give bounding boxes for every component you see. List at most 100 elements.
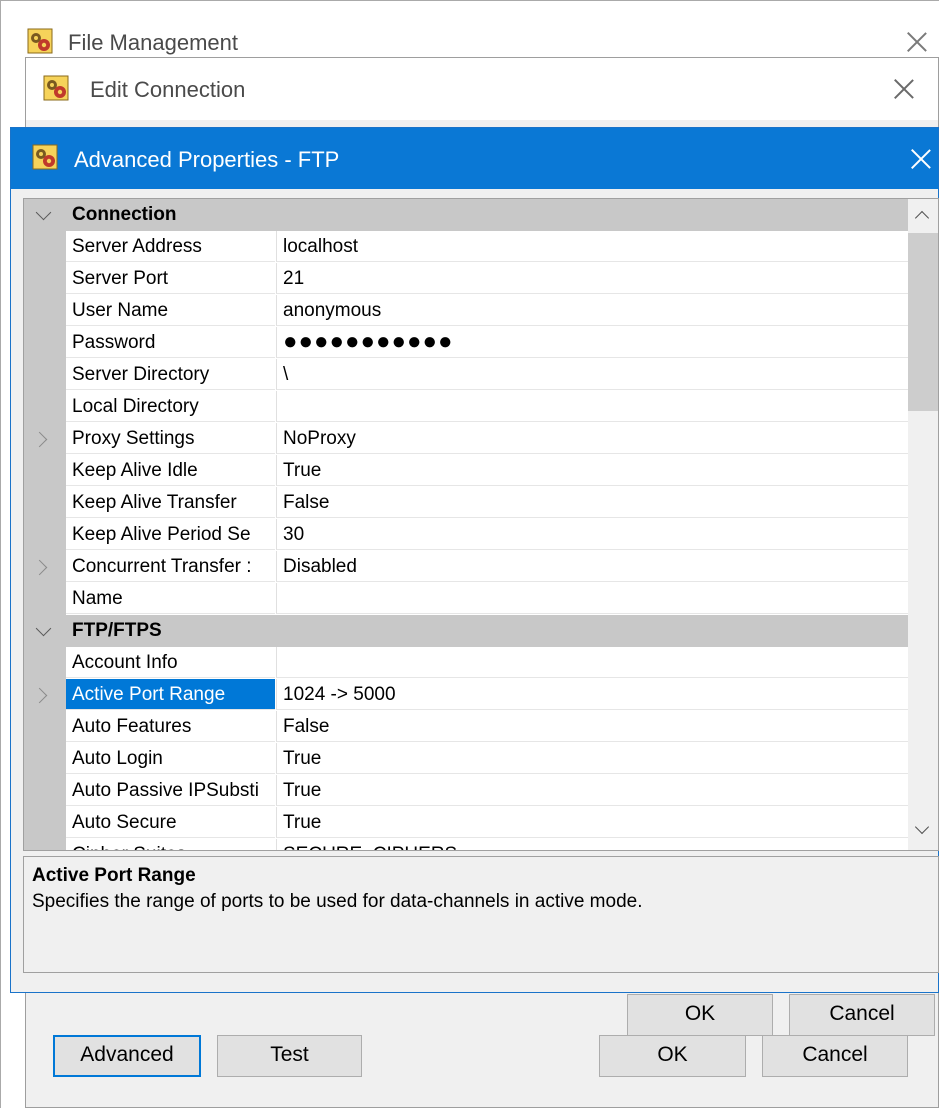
property-name[interactable]: Concurrent Transfer :	[66, 551, 275, 582]
property-row[interactable]: Account Info	[24, 647, 908, 679]
property-indicator[interactable]	[24, 391, 66, 423]
category-row[interactable]: Connection	[24, 199, 908, 231]
property-name[interactable]: Cipher Suites	[66, 839, 275, 850]
property-value[interactable]: SECURE_CIPHERS	[276, 839, 908, 850]
category-row[interactable]: FTP/FTPS	[24, 615, 908, 647]
property-value[interactable]: 21	[276, 263, 908, 294]
chevron-down-icon[interactable]	[35, 204, 52, 221]
property-indicator[interactable]	[24, 551, 66, 583]
scrollbar-thumb[interactable]	[908, 233, 938, 411]
property-indicator[interactable]	[24, 743, 66, 775]
property-row[interactable]: Auto Login True	[24, 743, 908, 775]
property-row[interactable]: Password ●●●●●●●●●●●	[24, 327, 908, 359]
property-name[interactable]: Auto Secure	[66, 807, 275, 838]
ok-button[interactable]: OK	[627, 994, 773, 1036]
property-value[interactable]: False	[276, 711, 908, 742]
property-indicator[interactable]	[24, 455, 66, 487]
property-name[interactable]: User Name	[66, 295, 275, 326]
property-row[interactable]: Server Directory \	[24, 359, 908, 391]
property-row[interactable]: Auto Passive IPSubsti True	[24, 775, 908, 807]
category-indicator[interactable]	[24, 199, 66, 231]
property-row[interactable]: Concurrent Transfer : Disabled	[24, 551, 908, 583]
chevron-down-icon[interactable]	[35, 620, 52, 637]
test-button[interactable]: Test	[217, 1035, 362, 1077]
property-name[interactable]: Auto Features	[66, 711, 275, 742]
property-grid[interactable]: Connection Server Address localhost Server …	[23, 198, 939, 851]
file-management-title: File Management	[68, 30, 238, 55]
property-indicator[interactable]	[24, 583, 66, 615]
property-row[interactable]: Proxy Settings NoProxy	[24, 423, 908, 455]
property-indicator[interactable]	[24, 487, 66, 519]
property-indicator[interactable]	[24, 295, 66, 327]
property-row[interactable]: Keep Alive Idle True	[24, 455, 908, 487]
property-value[interactable]: localhost	[276, 231, 908, 262]
property-grid-scrollbar[interactable]	[908, 199, 938, 850]
property-row[interactable]: Keep Alive Period Se 30	[24, 519, 908, 551]
property-value[interactable]: \	[276, 359, 908, 390]
property-value[interactable]: True	[276, 743, 908, 774]
property-value[interactable]: True	[276, 455, 908, 486]
property-row[interactable]: User Name anonymous	[24, 295, 908, 327]
property-value[interactable]: anonymous	[276, 295, 908, 326]
property-name[interactable]: Proxy Settings	[66, 423, 275, 454]
advanced-button[interactable]: Advanced	[53, 1035, 201, 1077]
property-name[interactable]: Name	[66, 583, 275, 614]
property-name[interactable]: Server Directory	[66, 359, 275, 390]
property-indicator[interactable]	[24, 775, 66, 807]
chevron-right-icon[interactable]	[31, 431, 48, 448]
property-name[interactable]: Keep Alive Idle	[66, 455, 275, 486]
property-name[interactable]: Server Port	[66, 263, 275, 294]
property-row[interactable]: Auto Features False	[24, 711, 908, 743]
property-value[interactable]: 1024 -> 5000	[276, 679, 908, 710]
chevron-right-icon[interactable]	[31, 687, 48, 704]
scroll-up-icon[interactable]	[914, 210, 930, 226]
property-value[interactable]	[276, 391, 908, 422]
property-indicator[interactable]	[24, 679, 66, 711]
property-row[interactable]: Auto Secure True	[24, 807, 908, 839]
property-value[interactable]: ●●●●●●●●●●●	[276, 327, 908, 358]
property-name[interactable]: Password	[66, 327, 275, 358]
cancel-button[interactable]: Cancel	[789, 994, 935, 1036]
property-value[interactable]: 30	[276, 519, 908, 550]
property-name[interactable]: Account Info	[66, 647, 275, 678]
property-indicator[interactable]	[24, 263, 66, 295]
property-row[interactable]: Name	[24, 583, 908, 615]
property-row[interactable]: Keep Alive Transfer False	[24, 487, 908, 519]
file-management-close-icon[interactable]	[906, 31, 928, 53]
scroll-down-icon[interactable]	[914, 819, 930, 835]
property-row[interactable]: Cipher SuitesSECURE_CIPHERS	[24, 839, 908, 850]
chevron-right-icon[interactable]	[31, 559, 48, 576]
property-value[interactable]: True	[276, 807, 908, 838]
advanced-properties-close-icon[interactable]	[910, 148, 932, 170]
property-row[interactable]: Server Address localhost	[24, 231, 908, 263]
property-value[interactable]: NoProxy	[276, 423, 908, 454]
property-row[interactable]: Active Port Range 1024 -> 5000	[24, 679, 908, 711]
edit-connection-cancel-button[interactable]: Cancel	[762, 1035, 908, 1077]
property-row[interactable]: Local Directory	[24, 391, 908, 423]
property-indicator[interactable]	[24, 807, 66, 839]
property-name[interactable]: Auto Login	[66, 743, 275, 774]
property-name[interactable]: Server Address	[66, 231, 275, 262]
property-indicator[interactable]	[24, 647, 66, 679]
property-indicator[interactable]	[24, 711, 66, 743]
property-indicator[interactable]	[24, 839, 66, 850]
property-value[interactable]: Disabled	[276, 551, 908, 582]
property-value[interactable]	[276, 583, 908, 614]
edit-connection-close-icon[interactable]	[893, 78, 915, 100]
property-name[interactable]: Active Port Range	[66, 679, 275, 710]
property-name[interactable]: Keep Alive Transfer	[66, 487, 275, 518]
property-name[interactable]: Keep Alive Period Se	[66, 519, 275, 550]
property-indicator[interactable]	[24, 231, 66, 263]
property-name[interactable]: Auto Passive IPSubsti	[66, 775, 275, 806]
property-indicator[interactable]	[24, 359, 66, 391]
property-value[interactable]: True	[276, 775, 908, 806]
property-indicator[interactable]	[24, 519, 66, 551]
property-indicator[interactable]	[24, 423, 66, 455]
property-row[interactable]: Server Port 21	[24, 263, 908, 295]
category-indicator[interactable]	[24, 615, 66, 647]
property-value[interactable]: False	[276, 487, 908, 518]
edit-connection-ok-button[interactable]: OK	[599, 1035, 746, 1077]
property-indicator[interactable]	[24, 327, 66, 359]
property-value[interactable]	[276, 647, 908, 678]
property-name[interactable]: Local Directory	[66, 391, 275, 422]
